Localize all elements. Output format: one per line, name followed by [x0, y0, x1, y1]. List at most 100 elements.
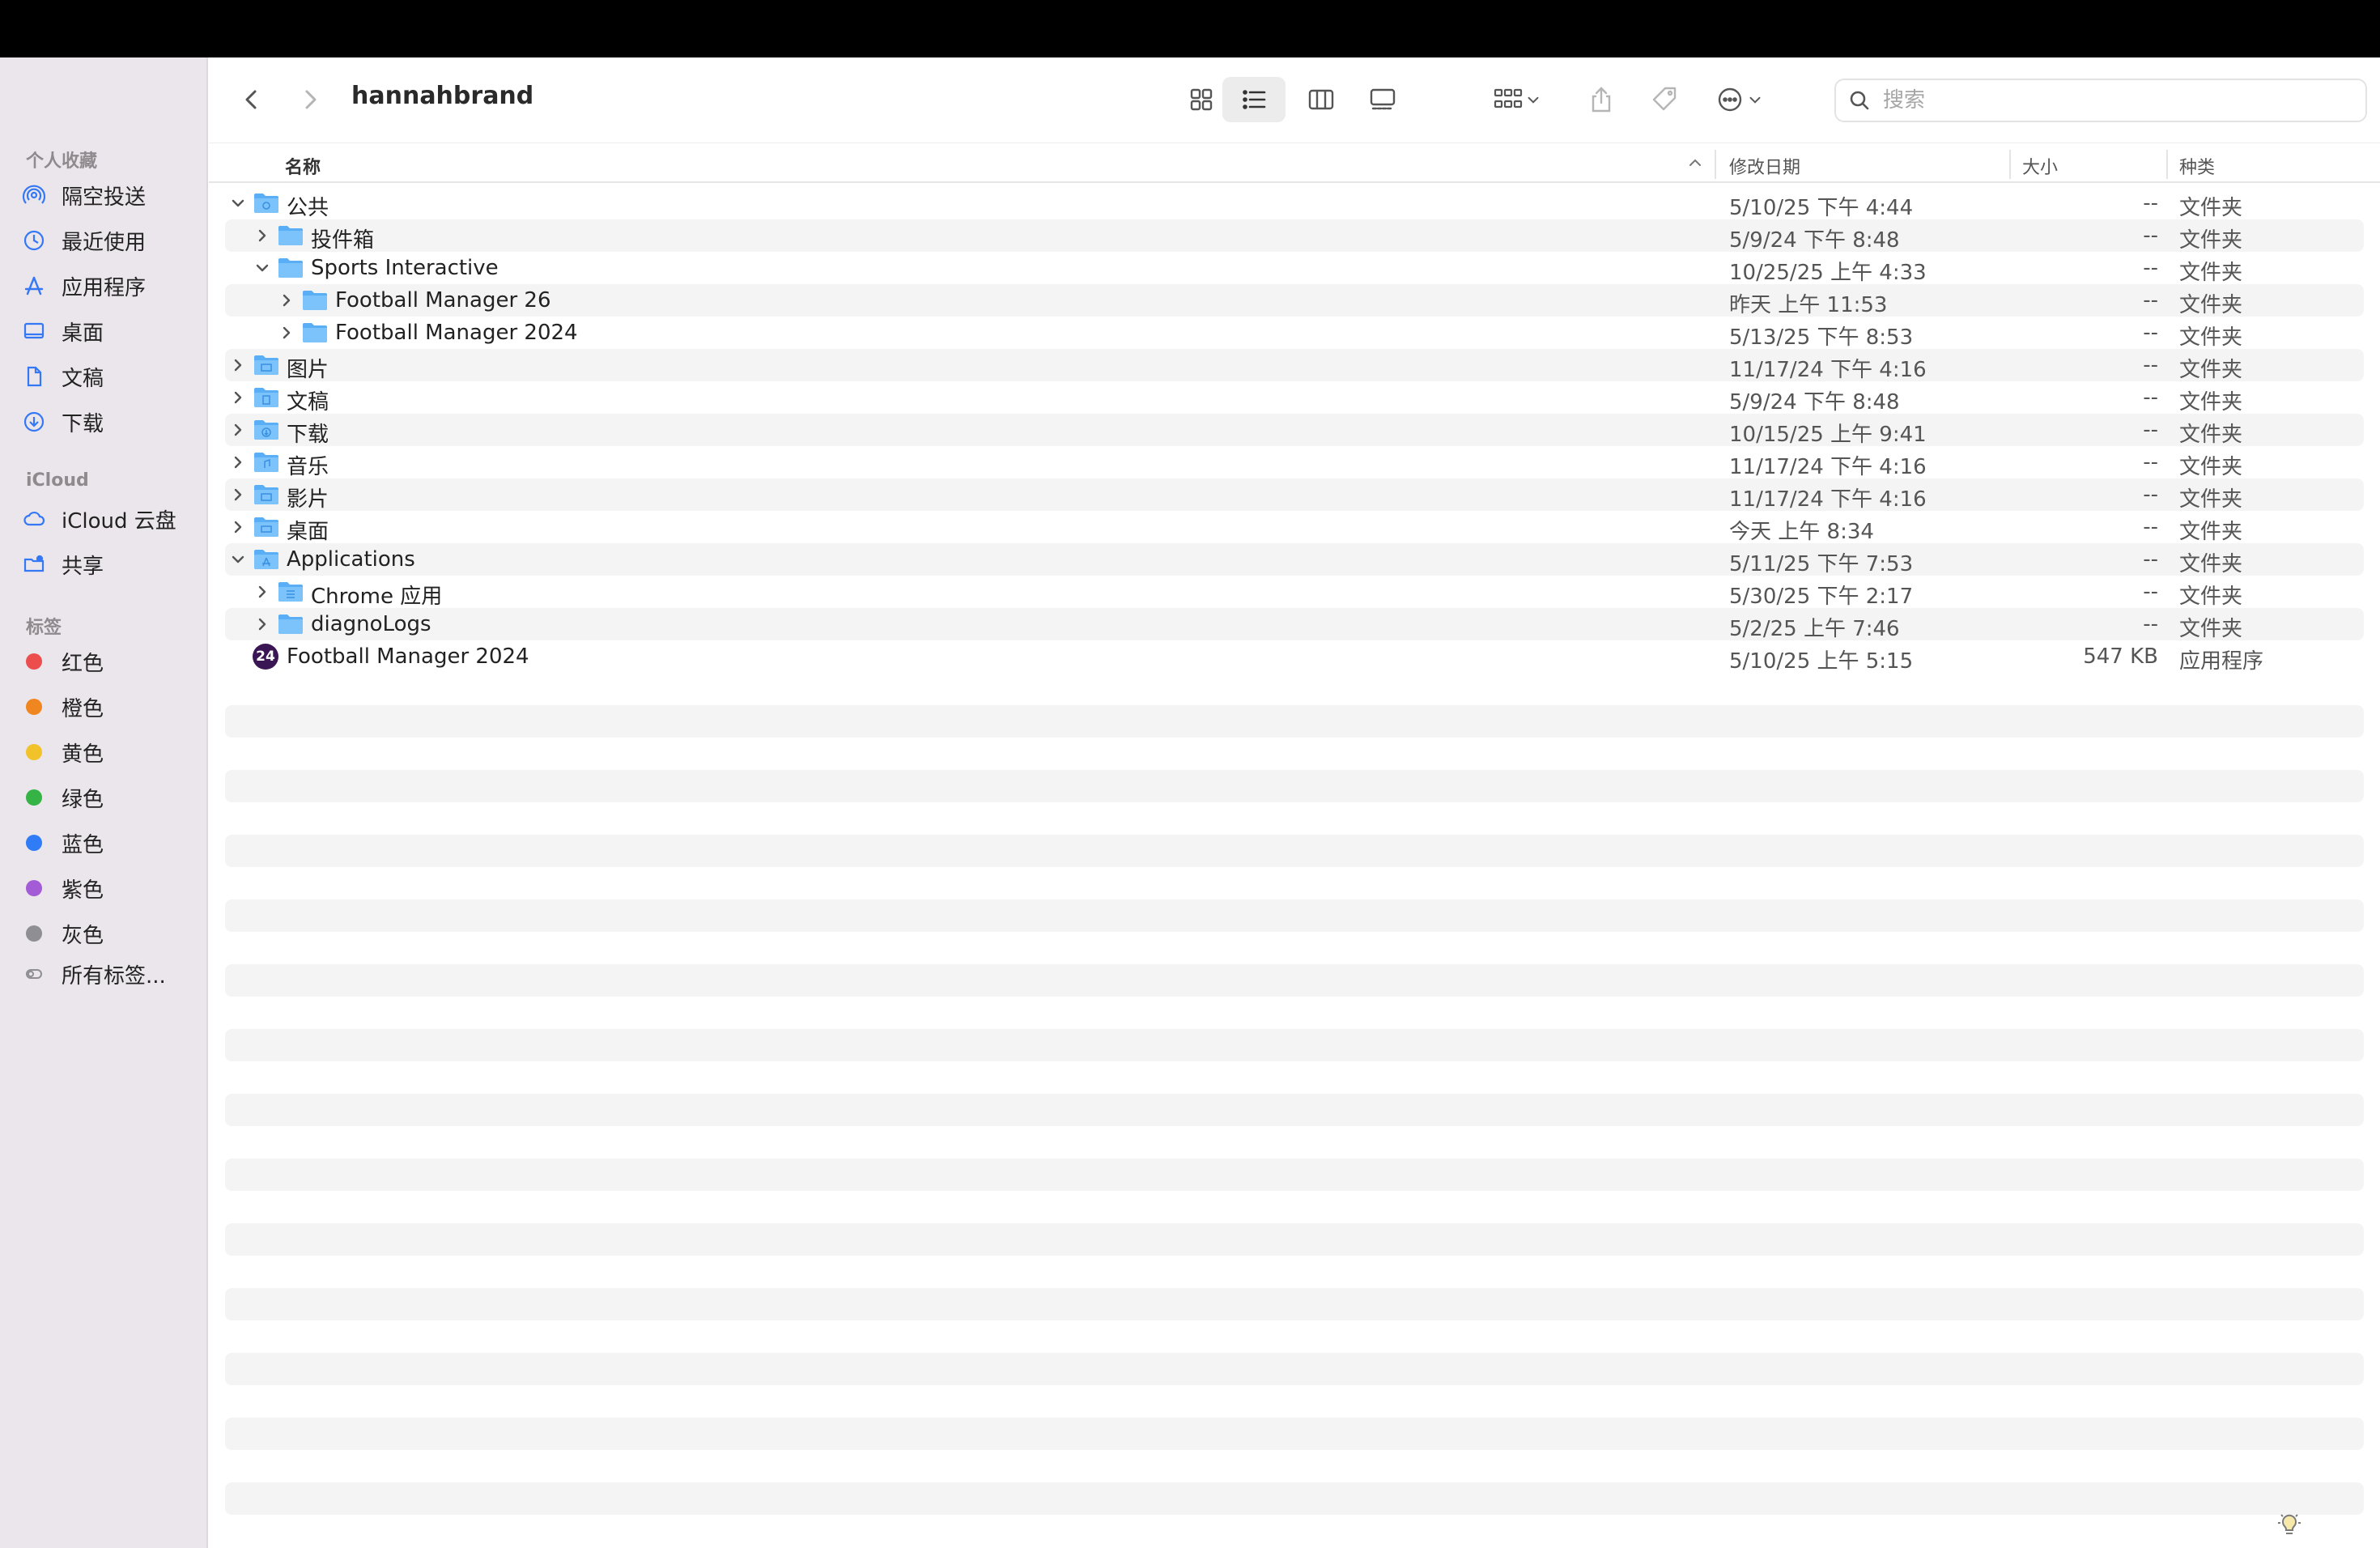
- list-view-button[interactable]: [1222, 77, 1286, 122]
- chevron-down-icon[interactable]: [228, 550, 248, 569]
- file-name: Football Manager 2024: [335, 321, 578, 345]
- search-field[interactable]: [1834, 79, 2367, 122]
- downloads-folder-icon: [253, 417, 280, 441]
- file-modified-date: 5/13/25 下午 8:53: [1729, 325, 1914, 350]
- column-kind-header[interactable]: 种类: [2179, 153, 2215, 179]
- back-button[interactable]: [232, 77, 272, 122]
- empty-row-stripe: [225, 1029, 2364, 1061]
- column-divider[interactable]: [1715, 150, 1716, 179]
- sidebar-tag-item[interactable]: 灰色: [19, 916, 198, 951]
- empty-row-stripe: [225, 770, 2364, 802]
- tag-color-dot-icon: [19, 692, 49, 721]
- file-row[interactable]: 影片 11/17/24 下午 4:16 -- 文件夹: [225, 478, 2364, 512]
- sidebar-tag-item[interactable]: 红色: [19, 644, 198, 679]
- sidebar-item-icloud-drive[interactable]: iCloud 云盘: [19, 501, 198, 537]
- share-button[interactable]: [1577, 77, 1626, 122]
- gallery-view-button[interactable]: [1354, 77, 1412, 122]
- sidebar-item-shared[interactable]: 共享: [19, 546, 198, 582]
- document-icon: [19, 362, 49, 391]
- chevron-down-icon[interactable]: [228, 194, 248, 213]
- icloud-header: iCloud: [26, 470, 89, 491]
- file-row[interactable]: 桌面 今天 上午 8:34 -- 文件夹: [225, 511, 2364, 544]
- sidebar-item-recents[interactable]: 最近使用: [19, 223, 198, 258]
- chevron-down-icon[interactable]: [253, 258, 272, 278]
- file-name: 图片: [287, 358, 329, 382]
- column-divider[interactable]: [2009, 150, 2011, 179]
- sidebar-item-downloads[interactable]: 下载: [19, 404, 198, 440]
- chevron-right-icon[interactable]: [253, 226, 272, 245]
- file-size: --: [2143, 580, 2158, 604]
- file-row[interactable]: 下载 10/15/25 上午 9:41 -- 文件夹: [225, 414, 2364, 447]
- file-modified-date: 5/10/25 上午 5:15: [1729, 649, 1914, 674]
- chevron-right-icon[interactable]: [277, 291, 296, 310]
- file-row[interactable]: Football Manager 26 昨天 上午 11:53 -- 文件夹: [225, 284, 2364, 317]
- chevron-right-icon[interactable]: [228, 485, 248, 504]
- file-row[interactable]: 投件箱 5/9/24 下午 8:48 -- 文件夹: [225, 219, 2364, 253]
- pictures-folder-icon: [253, 352, 280, 376]
- chevron-right-icon[interactable]: [228, 388, 248, 407]
- sidebar-item-airdrop[interactable]: 隔空投送: [19, 177, 198, 213]
- file-modified-date: 5/9/24 下午 8:48: [1729, 390, 1900, 415]
- file-size: --: [2143, 515, 2158, 539]
- file-kind: 文件夹: [2179, 585, 2243, 609]
- sidebar-item-documents[interactable]: 文稿: [19, 359, 198, 394]
- sidebar-item-desktop[interactable]: 桌面: [19, 313, 198, 349]
- chevron-right-icon[interactable]: [228, 355, 248, 375]
- chevron-right-icon[interactable]: [253, 615, 272, 634]
- empty-row-stripe: [225, 835, 2364, 867]
- empty-row-stripe: [225, 705, 2364, 738]
- search-input[interactable]: [1883, 88, 2352, 113]
- tag-color-dot-icon: [19, 919, 49, 948]
- sidebar-item-label: 下载: [62, 411, 104, 436]
- column-name-header[interactable]: 名称: [285, 153, 321, 179]
- sort-ascending-icon: [1687, 155, 1703, 174]
- file-row[interactable]: 24 Football Manager 2024 5/10/25 上午 5:15 54…: [225, 640, 2364, 674]
- file-row[interactable]: diagnoLogs 5/2/25 上午 7:46 -- 文件夹: [225, 608, 2364, 641]
- empty-row-stripe: [225, 1223, 2364, 1256]
- file-row[interactable]: Sports Interactive 10/25/25 上午 4:33 -- 文件夹: [225, 252, 2364, 285]
- file-row[interactable]: Chrome 应用 5/30/25 下午 2:17 -- 文件夹: [225, 576, 2364, 609]
- sidebar-item-label: 最近使用: [62, 230, 147, 255]
- window-title: hannahbrand: [351, 82, 534, 110]
- sidebar-item-label: 紫色: [62, 878, 104, 903]
- sidebar-item-applications[interactable]: 应用程序: [19, 268, 198, 304]
- forward-button[interactable]: [290, 77, 330, 122]
- file-row[interactable]: 文稿 5/9/24 下午 8:48 -- 文件夹: [225, 381, 2364, 415]
- column-divider[interactable]: [2166, 150, 2168, 179]
- apps-folder-icon: [277, 579, 304, 603]
- chevron-right-icon[interactable]: [277, 323, 296, 342]
- more-actions-button[interactable]: [1700, 77, 1778, 122]
- group-button[interactable]: [1478, 77, 1556, 122]
- folder-icon: [277, 611, 304, 636]
- column-date-header[interactable]: 修改日期: [1729, 153, 1800, 179]
- tag-color-dot: [26, 925, 42, 942]
- chevron-right-icon[interactable]: [228, 420, 248, 440]
- chevron-right-icon[interactable]: [253, 582, 272, 602]
- sidebar-item-all-tags[interactable]: 所有标签...: [19, 956, 198, 992]
- column-size-header[interactable]: 大小: [2022, 153, 2058, 179]
- sidebar-tag-item[interactable]: 绿色: [19, 780, 198, 815]
- file-kind: 文件夹: [2179, 228, 2243, 253]
- column-header: 名称 修改日期 大小 种类: [209, 142, 2380, 183]
- chevron-down-icon: [1749, 96, 1761, 104]
- file-kind: 文件夹: [2179, 487, 2243, 512]
- file-row[interactable]: 图片 11/17/24 下午 4:16 -- 文件夹: [225, 349, 2364, 382]
- file-kind: 文件夹: [2179, 293, 2243, 317]
- tag-button[interactable]: [1640, 77, 1690, 122]
- chevron-right-icon[interactable]: [228, 517, 248, 537]
- chevron-right-icon[interactable]: [228, 453, 248, 472]
- file-modified-date: 5/30/25 下午 2:17: [1729, 585, 1914, 609]
- file-name: 影片: [287, 487, 329, 512]
- sidebar-tag-item[interactable]: 紫色: [19, 870, 198, 906]
- tag-icon: [1652, 87, 1677, 111]
- file-row[interactable]: 音乐 11/17/24 下午 4:16 -- 文件夹: [225, 446, 2364, 479]
- column-view-button[interactable]: [1292, 77, 1350, 122]
- tag-color-dot-icon: [19, 738, 49, 767]
- sidebar-tag-item[interactable]: 黄色: [19, 734, 198, 770]
- gallery-icon: [1370, 88, 1396, 110]
- file-row[interactable]: Football Manager 2024 5/13/25 下午 8:53 -- 文件…: [225, 317, 2364, 350]
- file-row[interactable]: 公共 5/10/25 下午 4:44 -- 文件夹: [225, 187, 2364, 220]
- file-row[interactable]: Applications 5/11/25 下午 7:53 -- 文件夹: [225, 543, 2364, 576]
- sidebar-tag-item[interactable]: 橙色: [19, 689, 198, 725]
- sidebar-tag-item[interactable]: 蓝色: [19, 825, 198, 861]
